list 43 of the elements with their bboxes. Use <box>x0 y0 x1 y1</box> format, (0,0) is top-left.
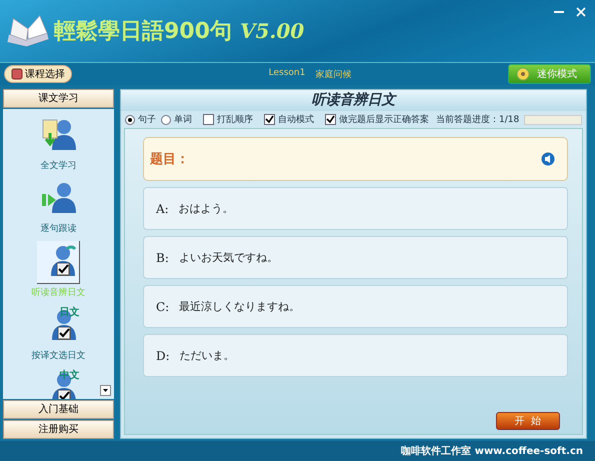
film-reel-icon <box>515 67 531 81</box>
app-title: 輕鬆學日語900句 <box>54 18 232 46</box>
mode-radio[interactable]: 单词 <box>161 113 192 126</box>
question-label: 题目： <box>150 151 189 168</box>
answer-letter: C: <box>156 300 170 314</box>
speaker-icon[interactable] <box>541 152 555 166</box>
answer-option[interactable]: C: 最近涼しくなりますね。 <box>143 285 568 328</box>
answer-text: おはよう。 <box>178 201 234 216</box>
sidebar-section-header[interactable]: 课文学习 <box>3 89 114 108</box>
mode-radio[interactable]: 句子 <box>125 113 156 126</box>
panel-title: 听读音辨日文 <box>121 90 586 111</box>
lesson-title: 家庭问候 <box>315 68 352 80</box>
sidebar-section-header[interactable]: 入门基础 <box>3 400 114 419</box>
lesson-number: Lesson1 <box>268 68 306 80</box>
sidebar-section-header[interactable]: 注册购买 <box>3 420 114 439</box>
close-icon[interactable] <box>575 6 587 18</box>
version-label: V5.00 <box>240 19 304 43</box>
language-label: 日文 <box>60 306 80 319</box>
answer-letter: A: <box>156 202 169 216</box>
answer-text: 最近涼しくなりますね。 <box>179 299 300 314</box>
start-button[interactable]: 开 始 <box>496 412 560 430</box>
menu-label[interactable]: 按译文选日文 <box>32 349 86 362</box>
answer-text: ただいま。 <box>180 348 235 363</box>
menu-label[interactable]: 全文学习 <box>40 159 76 172</box>
answer-letter: B: <box>156 250 169 264</box>
answer-option[interactable]: D: ただいま。 <box>143 334 568 377</box>
answer-letter: D: <box>156 348 170 362</box>
checkmark-icon <box>326 115 335 124</box>
answer-option[interactable]: A: おはよう。 <box>143 187 568 230</box>
footer-credit: 咖啡软件工作室 www.coffee-soft.cn <box>401 444 583 458</box>
option-checkbox[interactable]: 自动模式 <box>264 113 314 126</box>
answer-text: よいお天気ですね。 <box>178 250 278 265</box>
answer-option[interactable]: B: よいお天気ですね。 <box>143 236 568 279</box>
option-checkbox[interactable]: 打乱顺序 <box>203 113 253 126</box>
course-select-button[interactable]: 课程选择 <box>4 65 72 83</box>
option-checkbox[interactable]: 做完题后显示正确答案 <box>325 113 429 126</box>
language-label: 中文 <box>60 368 80 382</box>
selected-menu-icon[interactable] <box>37 241 80 284</box>
progress-track <box>524 114 582 124</box>
checkmark-icon <box>265 115 274 124</box>
progress-label: 当前答题进度：1/18 <box>436 114 520 126</box>
menu-label[interactable]: 逐句跟读 <box>40 222 76 235</box>
scroll-down-icon[interactable] <box>100 385 111 396</box>
